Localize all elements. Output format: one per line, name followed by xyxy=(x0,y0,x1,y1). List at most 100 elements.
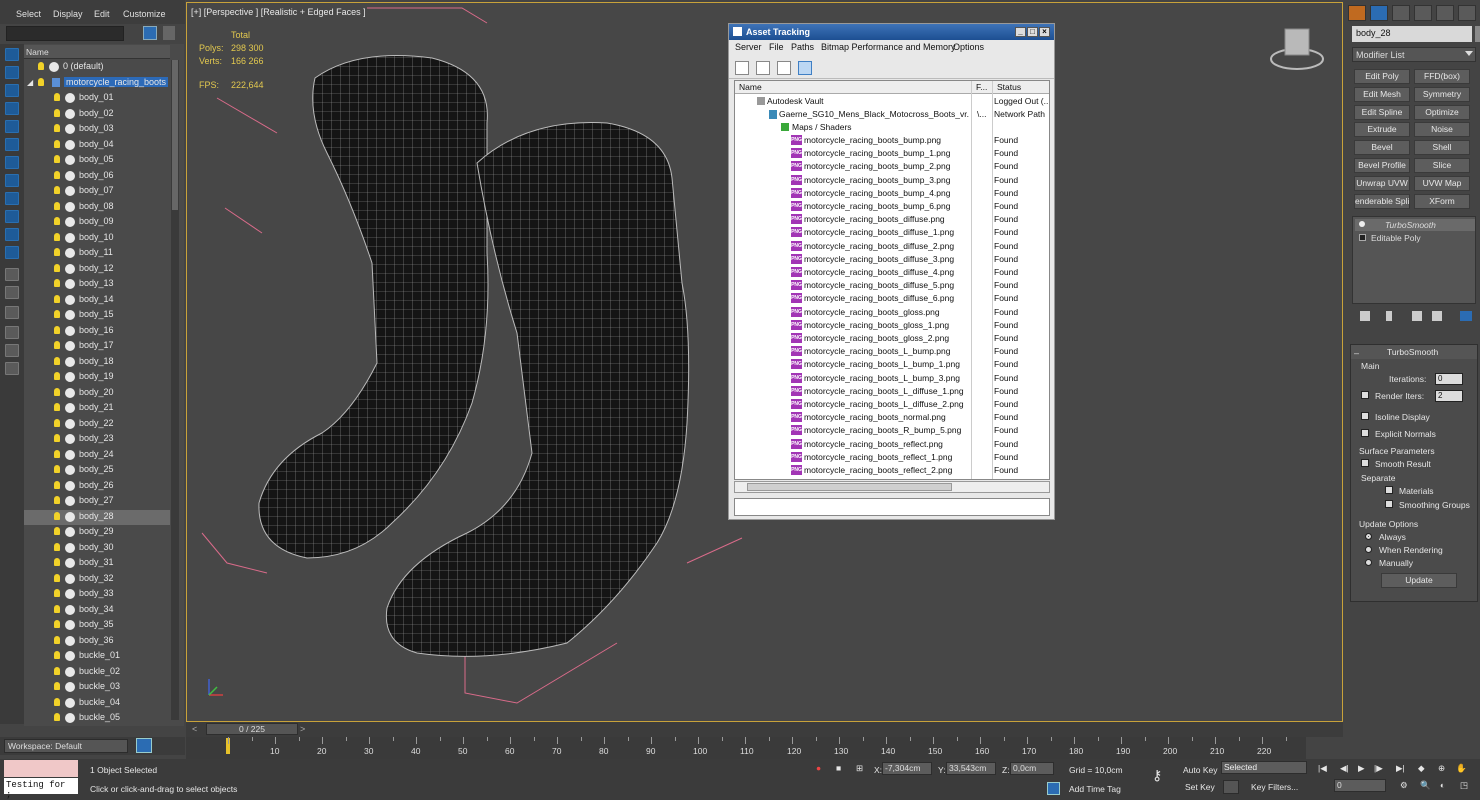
layer-motorcycle-racing-boots[interactable]: ◢ motorcycle_racing_boots xyxy=(24,76,170,91)
freeze-icon[interactable] xyxy=(65,93,75,103)
spacewarp-filter-icon[interactable] xyxy=(5,192,19,205)
explorer-item[interactable]: body_12 xyxy=(24,262,170,277)
bulb-icon[interactable] xyxy=(54,294,60,303)
table-view-icon[interactable] xyxy=(798,61,812,75)
when-rendering-radio[interactable] xyxy=(1365,546,1372,553)
menu-display[interactable]: Display xyxy=(53,9,83,19)
column-name[interactable]: Name xyxy=(739,82,762,92)
asset-map-row[interactable]: PNG motorcycle_racing_boots_gloss_2.png Fo… xyxy=(735,332,1049,345)
bulb-icon[interactable] xyxy=(54,682,60,690)
bulb-icon[interactable] xyxy=(54,232,60,241)
asset-map-row[interactable]: PNG motorcycle_racing_boots_normal.png Fou… xyxy=(735,411,1049,424)
explorer-item[interactable]: body_33 xyxy=(24,587,170,602)
minimize-icon[interactable]: _ xyxy=(1015,27,1026,37)
bulb-icon[interactable] xyxy=(54,542,60,551)
asset-map-row[interactable]: PNG motorcycle_racing_boots_gloss.png Foun… xyxy=(735,306,1049,319)
show-end-result-icon[interactable] xyxy=(1386,311,1392,321)
explorer-item[interactable]: body_02 xyxy=(24,107,170,122)
modifier-button[interactable]: Extrude xyxy=(1354,122,1410,138)
freeze-icon[interactable] xyxy=(65,170,75,181)
modifier-button[interactable]: Unwrap UVW xyxy=(1354,175,1410,191)
viewcube-icon[interactable] xyxy=(1270,28,1324,70)
menu-customize[interactable]: Customize xyxy=(123,9,166,19)
configure-sets-icon[interactable] xyxy=(1460,311,1472,321)
freeze-icon[interactable] xyxy=(65,217,75,227)
menu-options[interactable]: Options xyxy=(953,42,984,52)
smoothing-groups-checkbox[interactable] xyxy=(1385,500,1393,508)
asset-map-row[interactable]: PNG motorcycle_racing_boots_L_bump_3.png F… xyxy=(735,372,1049,385)
pan-icon[interactable]: ✋ xyxy=(1456,763,1467,774)
freeze-icon[interactable] xyxy=(65,666,75,677)
current-frame-field[interactable]: 0 xyxy=(1334,779,1386,792)
bulb-icon[interactable] xyxy=(54,604,60,613)
explorer-item[interactable]: buckle_04 xyxy=(24,696,170,711)
motion-tab-icon[interactable] xyxy=(1414,5,1432,21)
lock-icon[interactable] xyxy=(5,306,19,319)
maximize-icon[interactable]: □ xyxy=(1027,27,1038,37)
explorer-item[interactable]: body_24 xyxy=(24,448,170,463)
bulb-icon[interactable] xyxy=(1359,221,1365,227)
bulb-icon[interactable] xyxy=(54,356,60,365)
explorer-search-input[interactable] xyxy=(6,26,124,41)
asset-map-row[interactable]: PNG motorcycle_racing_boots_diffuse_3.png… xyxy=(735,253,1049,266)
modifier-button[interactable]: Slice xyxy=(1414,158,1470,173)
menu-edit[interactable]: Edit xyxy=(94,9,110,19)
bulb-icon[interactable] xyxy=(54,620,60,628)
smooth-result-checkbox[interactable] xyxy=(1361,459,1369,467)
stack-item-editable-poly[interactable]: Editable Poly xyxy=(1355,232,1475,244)
bulb-icon[interactable] xyxy=(54,248,60,256)
asset-map-row[interactable]: PNG motorcycle_racing_boots_bump_2.png Fou… xyxy=(735,160,1049,173)
asset-map-row[interactable]: PNG motorcycle_racing_boots_bump_4.png Fou… xyxy=(735,187,1049,200)
geometry-filter-icon[interactable] xyxy=(5,102,19,115)
freeze-icon[interactable] xyxy=(65,604,75,615)
funnel-icon[interactable] xyxy=(5,326,19,339)
utilities-tab-icon[interactable] xyxy=(1458,5,1476,21)
bulb-icon[interactable] xyxy=(54,418,60,427)
freeze-icon[interactable] xyxy=(65,697,75,708)
object-color-swatch[interactable] xyxy=(1475,26,1480,42)
explorer-item[interactable]: body_22 xyxy=(24,417,170,432)
explorer-item[interactable]: body_26 xyxy=(24,479,170,494)
render-iters-checkbox[interactable] xyxy=(1361,391,1369,399)
freeze-icon[interactable] xyxy=(65,620,75,630)
asset-map-row[interactable]: PNG motorcycle_racing_boots_L_bump_1.png F… xyxy=(735,358,1049,371)
rollout-header[interactable]: – TurboSmooth xyxy=(1351,345,1477,359)
time-config-icon[interactable]: ⚙ xyxy=(1400,780,1408,791)
freeze-icon[interactable] xyxy=(65,480,75,491)
modifier-button[interactable]: UVW Map xyxy=(1414,175,1470,191)
key-mode-icon[interactable]: ◆ xyxy=(1418,763,1425,774)
z-coordinate-field[interactable]: 0,0cm xyxy=(1010,762,1054,775)
layer-icon[interactable] xyxy=(5,268,19,281)
explorer-item[interactable]: body_20 xyxy=(24,386,170,401)
freeze-icon[interactable] xyxy=(65,201,75,212)
asset-map-row[interactable]: PNG motorcycle_racing_boots_diffuse.png Fo… xyxy=(735,213,1049,226)
close-icon[interactable]: × xyxy=(1039,27,1050,37)
explorer-item[interactable]: buckle_02 xyxy=(24,665,170,680)
time-tag-icon[interactable] xyxy=(1047,782,1060,795)
add-time-tag-button[interactable]: Add Time Tag xyxy=(1069,784,1121,794)
maximize-viewport-icon[interactable]: ◳ xyxy=(1460,780,1468,791)
filter-icon[interactable] xyxy=(143,26,157,40)
explorer-header[interactable]: Name xyxy=(24,45,170,59)
goto-end-icon[interactable]: ▶| xyxy=(1396,763,1405,774)
light-filter-icon[interactable] xyxy=(5,138,19,151)
freeze-icon[interactable] xyxy=(65,418,75,429)
asset-map-row[interactable]: PNG motorcycle_racing_boots_diffuse_6.png… xyxy=(735,292,1049,305)
bulb-icon[interactable] xyxy=(54,170,60,179)
explorer-item[interactable]: body_29 xyxy=(24,525,170,540)
explorer-item[interactable]: buckle_03 xyxy=(24,680,170,695)
y-coordinate-field[interactable]: 33,543cm xyxy=(946,762,996,775)
explorer-scrollbar[interactable] xyxy=(171,60,179,720)
explorer-item[interactable]: body_25 xyxy=(24,463,170,478)
asset-map-row[interactable]: PNG motorcycle_racing_boots_reflect_1.png… xyxy=(735,451,1049,464)
explorer-item[interactable]: body_13 xyxy=(24,277,170,292)
freeze-icon[interactable] xyxy=(65,403,75,413)
update-button[interactable]: Update xyxy=(1381,573,1457,588)
group-filter-icon[interactable] xyxy=(5,210,19,223)
freeze-icon[interactable] xyxy=(65,325,75,336)
pin-stack-icon[interactable] xyxy=(1360,311,1370,321)
explorer-item[interactable]: body_17 xyxy=(24,339,170,354)
bulb-icon[interactable] xyxy=(54,589,60,597)
list-icon[interactable] xyxy=(5,362,19,375)
explorer-item[interactable]: buckle_01 xyxy=(24,649,170,664)
